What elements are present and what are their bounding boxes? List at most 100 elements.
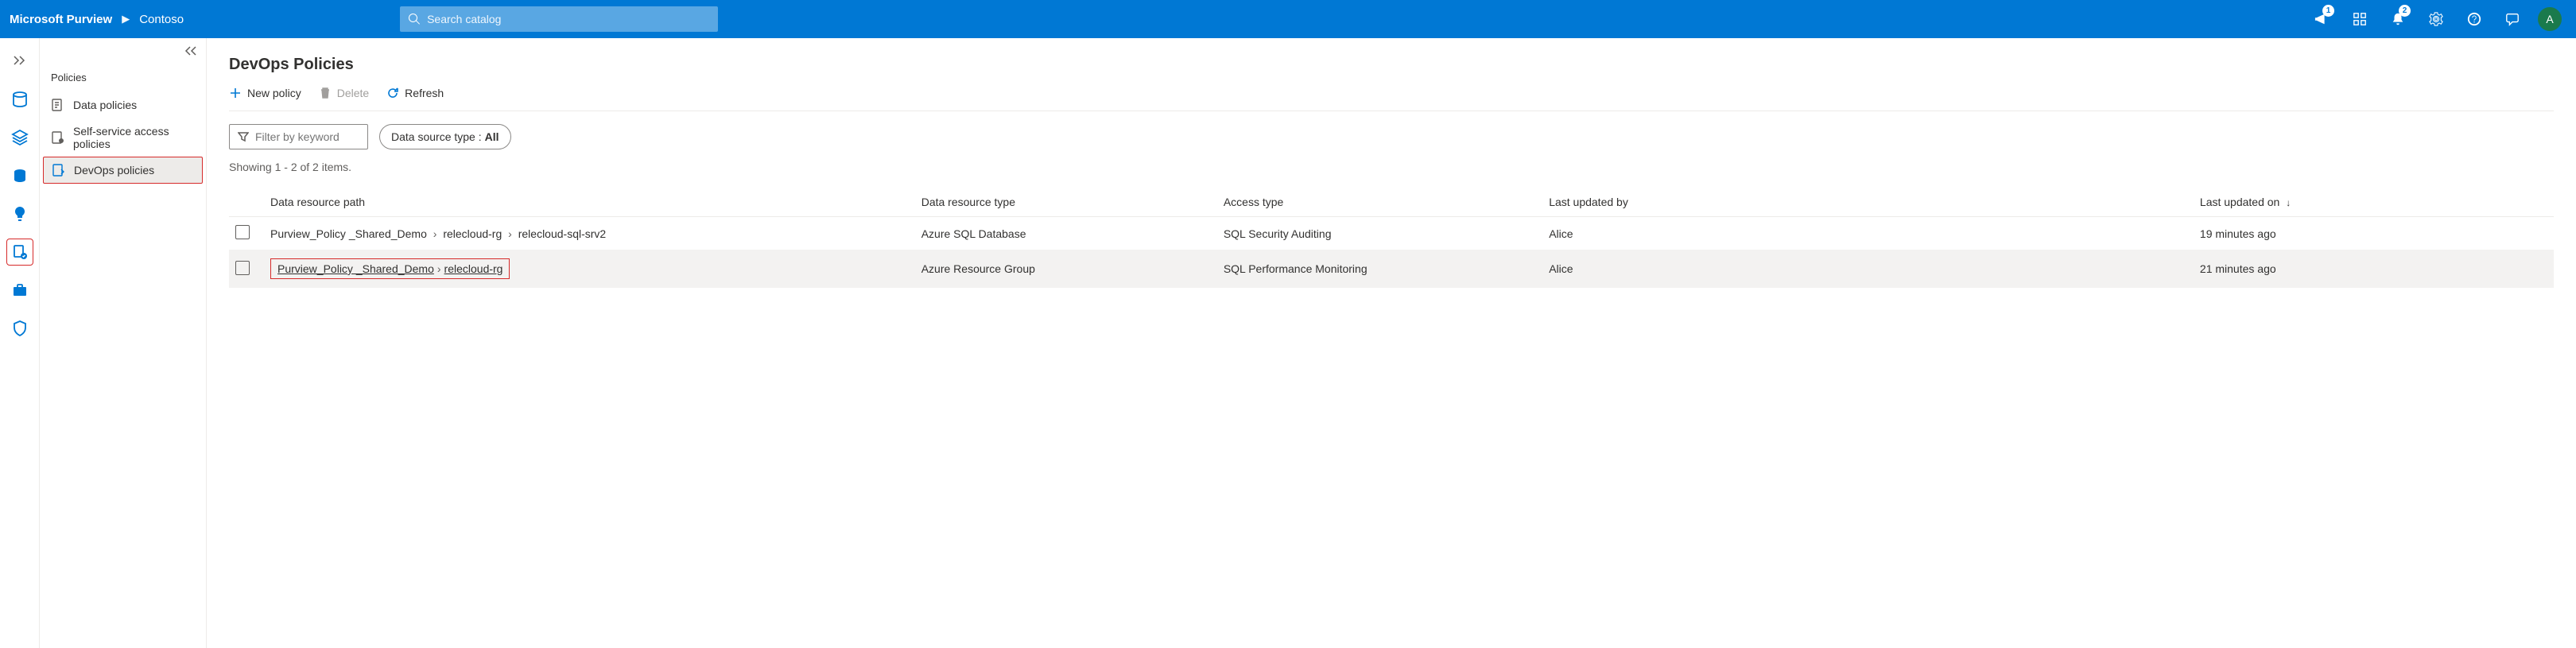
gear-icon — [2429, 12, 2443, 26]
sidebar-item-devops[interactable]: DevOps policies — [43, 157, 203, 184]
alerts-button[interactable]: 2 — [2380, 0, 2415, 38]
sidebar-item-label: Self-service access policies — [73, 125, 195, 150]
table-row[interactable]: Purview_Policy _Shared_Demo › relecloud-… — [229, 217, 2554, 250]
keyword-filter-input[interactable] — [255, 130, 359, 143]
cylinder-icon — [11, 167, 29, 184]
policies-table: Data resource path Data resource type Ac… — [229, 188, 2554, 288]
global-search[interactable] — [400, 6, 718, 32]
path-segment: relecloud-sql-srv2 — [518, 227, 606, 240]
row-checkbox[interactable] — [235, 225, 250, 239]
settings-button[interactable] — [2419, 0, 2454, 38]
policy-sidebar: Policies Data policies Self-service acce… — [40, 38, 207, 648]
nav-item-data-catalog[interactable] — [6, 86, 33, 113]
diagnostics-icon — [2353, 12, 2367, 26]
map-icon — [11, 129, 29, 146]
tenant-name[interactable]: Contoso — [139, 13, 184, 26]
sidebar-item-label: DevOps policies — [74, 164, 154, 177]
col-path[interactable]: Data resource path — [264, 188, 915, 217]
sidebar-item-data-policies[interactable]: Data policies — [40, 91, 206, 118]
path-separator-icon: › — [437, 262, 441, 275]
path-segment: relecloud-rg — [443, 227, 502, 240]
source-type-filter[interactable]: Data source type : All — [379, 124, 511, 149]
cell-type: Azure Resource Group — [915, 250, 1217, 288]
sidebar-item-selfservice[interactable]: Self-service access policies — [40, 118, 206, 157]
trash-icon — [319, 87, 332, 99]
page-title: DevOps Policies — [229, 56, 2554, 74]
cmd-label: Delete — [337, 87, 369, 99]
sidebar-item-label: Data policies — [73, 99, 137, 111]
content-area: DevOps Policies New policy Delete Refres… — [207, 38, 2576, 648]
path-segment: Purview_Policy _Shared_Demo — [270, 227, 427, 240]
col-type[interactable]: Data resource type — [915, 188, 1217, 217]
cmd-label: Refresh — [405, 87, 444, 99]
cell-updated_by: Alice — [1542, 217, 2194, 250]
nav-rail — [0, 38, 40, 648]
collapse-sidebar-button[interactable] — [184, 45, 198, 60]
briefcase-icon — [11, 281, 29, 299]
data-policies-icon — [51, 98, 65, 112]
refresh-icon — [386, 87, 399, 99]
nav-item-data-map[interactable] — [6, 124, 33, 151]
pill-label: Data source type : — [391, 130, 482, 143]
col-access[interactable]: Access type — [1217, 188, 1542, 217]
path-segment-link[interactable]: Purview_Policy _Shared_Demo — [277, 262, 434, 275]
cell-updated_by: Alice — [1542, 250, 2194, 288]
avatar-initial: A — [2546, 13, 2553, 25]
cell-updated_on: 21 minutes ago — [2194, 250, 2554, 288]
help-button[interactable] — [2457, 0, 2492, 38]
feedback-icon — [2505, 12, 2520, 26]
sidebar-section-title: Policies — [40, 67, 206, 91]
pill-value: All — [485, 130, 499, 143]
notifications-badge: 1 — [2322, 5, 2334, 17]
chevron-right-double-icon — [13, 56, 27, 65]
devops-icon — [52, 163, 66, 177]
col-updated-on[interactable]: Last updated on ↓ — [2194, 188, 2554, 217]
plus-icon — [229, 87, 242, 99]
path-segment-link[interactable]: relecloud-rg — [444, 262, 503, 275]
keyword-filter[interactable] — [229, 124, 368, 149]
filter-row: Data source type : All — [229, 124, 2554, 149]
col-checkbox — [229, 188, 264, 217]
nav-item-data-estate[interactable] — [6, 162, 33, 189]
delete-button: Delete — [319, 87, 369, 99]
app-header: Microsoft Purview ▶ Contoso 1 2 A — [0, 0, 2576, 38]
cell-path[interactable]: Purview_Policy _Shared_Demo › relecloud-… — [264, 250, 915, 288]
cell-path[interactable]: Purview_Policy _Shared_Demo › relecloud-… — [264, 217, 915, 250]
user-avatar[interactable]: A — [2538, 7, 2562, 31]
command-bar: New policy Delete Refresh — [229, 87, 2554, 111]
help-icon — [2467, 12, 2481, 26]
result-count: Showing 1 - 2 of 2 items. — [229, 161, 2554, 173]
product-name: Microsoft Purview — [10, 13, 112, 26]
cell-access: SQL Security Auditing — [1217, 217, 1542, 250]
alerts-badge: 2 — [2399, 5, 2411, 17]
path-separator-icon: › — [508, 227, 512, 240]
chevron-left-double-icon — [184, 46, 198, 56]
header-actions: 1 2 A — [2304, 0, 2566, 38]
col-updated-by[interactable]: Last updated by — [1542, 188, 2194, 217]
cmd-label: New policy — [247, 87, 301, 99]
row-checkbox[interactable] — [235, 261, 250, 275]
path-separator-icon: › — [433, 227, 437, 240]
search-icon — [408, 13, 421, 25]
nav-item-management[interactable] — [6, 277, 33, 304]
policy-icon — [11, 243, 29, 261]
database-icon — [11, 91, 29, 108]
highlighted-path: Purview_Policy _Shared_Demo › relecloud-… — [270, 258, 510, 279]
nav-item-policy[interactable] — [6, 239, 33, 266]
new-policy-button[interactable]: New policy — [229, 87, 301, 99]
nav-item-insights[interactable] — [6, 200, 33, 227]
filter-icon — [238, 131, 249, 142]
expand-nav-button[interactable] — [0, 46, 40, 75]
lightbulb-icon — [11, 205, 29, 223]
diagnostics-button[interactable] — [2342, 0, 2377, 38]
cell-access: SQL Performance Monitoring — [1217, 250, 1542, 288]
breadcrumb-separator-icon: ▶ — [122, 13, 130, 25]
feedback-button[interactable] — [2495, 0, 2530, 38]
nav-item-privacy[interactable] — [6, 315, 33, 342]
app-title: Microsoft Purview ▶ Contoso — [10, 13, 184, 26]
table-row[interactable]: Purview_Policy _Shared_Demo › relecloud-… — [229, 250, 2554, 288]
notifications-button[interactable]: 1 — [2304, 0, 2339, 38]
search-input[interactable] — [427, 13, 710, 25]
cell-updated_on: 19 minutes ago — [2194, 217, 2554, 250]
refresh-button[interactable]: Refresh — [386, 87, 444, 99]
